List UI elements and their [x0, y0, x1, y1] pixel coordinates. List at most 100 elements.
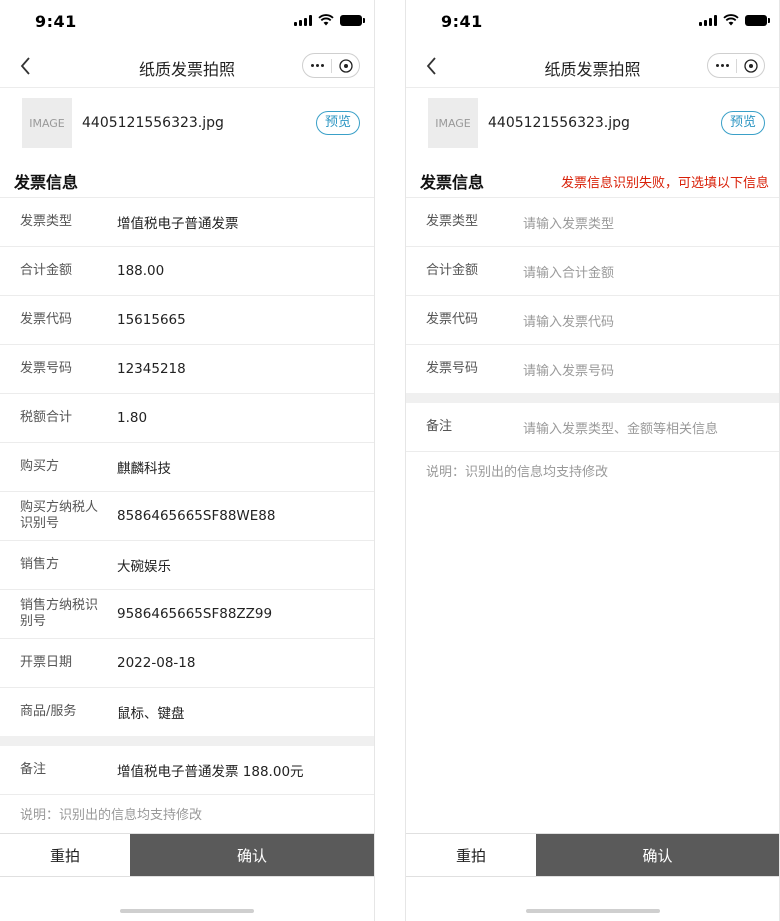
- field-row-goods-service[interactable]: 商品/服务 鼠标、键盘: [0, 688, 374, 736]
- status-time: 9:41: [441, 12, 483, 31]
- field-value[interactable]: 2022-08-18: [117, 639, 195, 687]
- field-label: 销售方纳税识别号: [20, 598, 99, 629]
- retake-button[interactable]: 重拍: [0, 834, 130, 876]
- confirm-button[interactable]: 确认: [130, 834, 374, 876]
- status-bar: 9:41: [0, 0, 374, 44]
- nav-bar: 纸质发票拍照: [406, 44, 779, 88]
- confirm-button[interactable]: 确认: [536, 834, 779, 876]
- invoice-type-input[interactable]: 请输入发票类型: [523, 198, 614, 246]
- field-row-remark[interactable]: 备注 增值税电子普通发票 188.00元: [0, 746, 374, 795]
- home-indicator[interactable]: [120, 909, 254, 913]
- image-thumbnail[interactable]: IMAGE: [22, 98, 72, 148]
- field-value[interactable]: 15615665: [117, 296, 186, 344]
- field-label: 合计金额: [20, 263, 73, 278]
- field-label: 购买方纳税人识别号: [20, 500, 99, 531]
- field-row-issue-date[interactable]: 开票日期 2022-08-18: [0, 639, 374, 688]
- status-icons: [699, 14, 770, 26]
- wifi-icon: [723, 14, 739, 26]
- field-value[interactable]: 9586465665SF88ZZ99: [117, 590, 272, 638]
- status-icons: [294, 14, 365, 26]
- bottom-action-bar: 重拍 确认: [406, 833, 779, 877]
- file-name: 4405121556323.jpg: [82, 115, 224, 131]
- field-label: 发票代码: [20, 312, 73, 327]
- field-row-remark[interactable]: 备注 请输入发票类型、金额等相关信息: [406, 403, 779, 452]
- file-name: 4405121556323.jpg: [488, 115, 630, 131]
- field-label: 发票号码: [426, 361, 479, 376]
- home-indicator[interactable]: [526, 909, 660, 913]
- status-time: 9:41: [35, 12, 77, 31]
- status-bar: 9:41: [406, 0, 779, 44]
- more-dots-icon[interactable]: [708, 54, 736, 77]
- file-row: IMAGE 4405121556323.jpg 预览: [0, 88, 374, 160]
- image-thumbnail[interactable]: IMAGE: [428, 98, 478, 148]
- invoice-number-input[interactable]: 请输入发票号码: [523, 345, 614, 393]
- field-label: 开票日期: [20, 655, 73, 670]
- field-label: 购买方: [20, 459, 60, 474]
- field-label: 合计金额: [426, 263, 479, 278]
- field-value[interactable]: 增值税电子普通发票 188.00元: [117, 746, 304, 794]
- field-row-buyer-tax-id[interactable]: 购买方纳税人识别号 8586465665SF88WE88: [0, 492, 374, 541]
- file-row: IMAGE 4405121556323.jpg 预览: [406, 88, 779, 160]
- signal-icon: [699, 14, 717, 26]
- field-value[interactable]: 8586465665SF88WE88: [117, 492, 275, 540]
- more-dots-icon[interactable]: [303, 54, 331, 77]
- field-value[interactable]: 1.80: [117, 394, 147, 442]
- mini-program-capsule: [302, 53, 360, 78]
- field-row-seller[interactable]: 销售方 大碗娱乐: [0, 541, 374, 590]
- field-label: 发票号码: [20, 361, 73, 376]
- field-row-invoice-number[interactable]: 发票号码 请输入发票号码: [406, 345, 779, 393]
- section-title: 发票信息: [14, 173, 79, 192]
- field-label: 商品/服务: [20, 704, 77, 719]
- field-row-total-amount[interactable]: 合计金额 188.00: [0, 247, 374, 296]
- field-row-tax-total[interactable]: 税额合计 1.80: [0, 394, 374, 443]
- battery-icon: [745, 14, 770, 26]
- phone-screen-recognized: 9:41 纸质发票拍照 IMAGE 4405121556323.jpg 预览 发…: [0, 0, 375, 921]
- close-circle-icon[interactable]: [737, 54, 764, 77]
- field-value[interactable]: 大碗娱乐: [117, 541, 171, 589]
- back-chevron-icon[interactable]: [420, 54, 444, 78]
- phone-screen-failed: 9:41 纸质发票拍照 IMAGE 4405121556323.jpg 预览 发…: [405, 0, 780, 921]
- field-label: 备注: [20, 762, 47, 777]
- wifi-icon: [318, 14, 334, 26]
- section-gap: [406, 393, 779, 403]
- edit-note: 说明：识别出的信息均支持修改: [426, 465, 609, 480]
- field-row-invoice-number[interactable]: 发票号码 12345218: [0, 345, 374, 394]
- invoice-info-header: 发票信息 发票信息识别失败，可选填以下信息: [406, 160, 779, 198]
- field-value[interactable]: 12345218: [117, 345, 186, 393]
- remark-input[interactable]: 请输入发票类型、金额等相关信息: [523, 403, 718, 451]
- field-row-invoice-type[interactable]: 发票类型 增值税电子普通发票: [0, 198, 374, 247]
- section-gap: [0, 736, 374, 746]
- preview-button[interactable]: 预览: [720, 111, 765, 135]
- back-chevron-icon[interactable]: [14, 54, 38, 78]
- mini-program-capsule: [707, 53, 765, 78]
- recognition-error-message: 发票信息识别失败，可选填以下信息: [560, 176, 769, 191]
- bottom-action-bar: 重拍 确认: [0, 833, 374, 877]
- battery-icon: [340, 14, 365, 26]
- edit-note: 说明：识别出的信息均支持修改: [20, 808, 203, 823]
- field-row-total-amount[interactable]: 合计金额 请输入合计金额: [406, 247, 779, 296]
- field-row-invoice-code[interactable]: 发票代码 15615665: [0, 296, 374, 345]
- signal-icon: [294, 14, 312, 26]
- field-row-buyer[interactable]: 购买方 麒麟科技: [0, 443, 374, 492]
- field-row-seller-tax-id[interactable]: 销售方纳税识别号 9586465665SF88ZZ99: [0, 590, 374, 639]
- field-label: 发票类型: [426, 214, 479, 229]
- field-row-invoice-type[interactable]: 发票类型 请输入发票类型: [406, 198, 779, 247]
- preview-button[interactable]: 预览: [315, 111, 360, 135]
- close-circle-icon[interactable]: [332, 54, 359, 77]
- field-label: 备注: [426, 419, 453, 434]
- field-value[interactable]: 鼠标、键盘: [117, 688, 185, 736]
- invoice-code-input[interactable]: 请输入发票代码: [523, 296, 614, 344]
- nav-bar: 纸质发票拍照: [0, 44, 374, 88]
- field-value[interactable]: 麒麟科技: [117, 443, 171, 491]
- field-value[interactable]: 188.00: [117, 247, 164, 295]
- field-label: 销售方: [20, 557, 60, 572]
- field-label: 发票代码: [426, 312, 479, 327]
- field-label: 税额合计: [20, 410, 73, 425]
- section-title: 发票信息: [420, 173, 485, 192]
- field-row-invoice-code[interactable]: 发票代码 请输入发票代码: [406, 296, 779, 345]
- field-value[interactable]: 增值税电子普通发票: [117, 198, 239, 246]
- invoice-info-header: 发票信息: [0, 160, 374, 198]
- retake-button[interactable]: 重拍: [406, 834, 536, 876]
- total-amount-input[interactable]: 请输入合计金额: [523, 247, 614, 295]
- field-label: 发票类型: [20, 214, 73, 229]
